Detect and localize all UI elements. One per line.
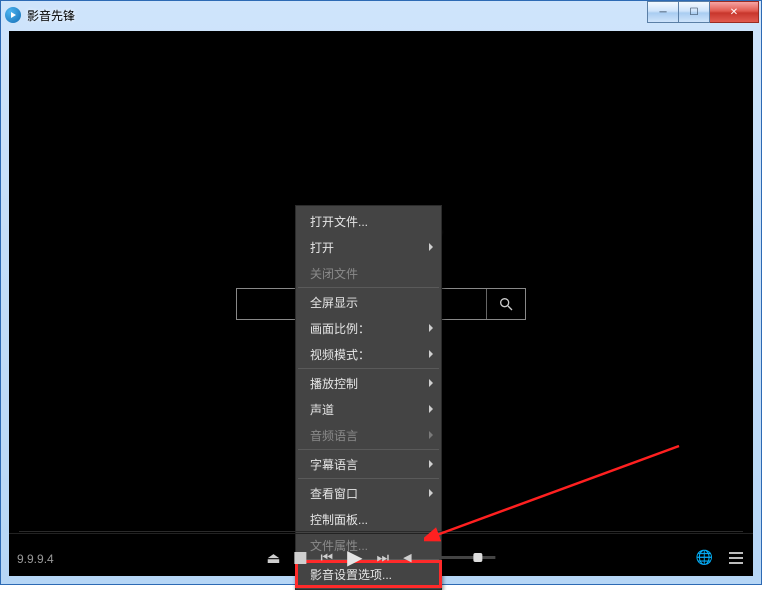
menu-item-label: 画面比例： (310, 320, 370, 337)
menu-separator (298, 368, 439, 369)
previous-button[interactable] (321, 549, 334, 566)
menu-item-label: 字幕语言 (310, 456, 358, 473)
menu-item: 音频语言 (296, 422, 441, 448)
window-title: 影音先锋 (27, 7, 75, 24)
menu-item-label: 声道 (310, 401, 334, 418)
menu-item-label: 视频模式： (310, 346, 370, 363)
menu-item-label: 查看窗口 (310, 485, 358, 502)
menu-item[interactable]: 字幕语言 (296, 451, 441, 477)
search-icon (498, 296, 514, 312)
menu-item[interactable]: 打开 (296, 234, 441, 260)
menu-item-label: 控制面板... (310, 511, 368, 528)
menu-item[interactable]: 全屏显示 (296, 289, 441, 315)
stop-button[interactable] (295, 552, 307, 564)
playlist-icon[interactable] (729, 552, 743, 564)
progress-bar[interactable] (19, 531, 743, 532)
maximize-button[interactable]: ☐ (679, 1, 710, 23)
menu-item-label: 全屏显示 (310, 294, 358, 311)
menu-item-label: 打开文件... (310, 213, 368, 230)
submenu-arrow-icon (429, 405, 433, 413)
playback-controls (266, 545, 495, 570)
window-buttons: ─ ☐ ✕ (647, 1, 759, 23)
minimize-button[interactable]: ─ (647, 1, 679, 23)
right-controls (696, 549, 743, 566)
menu-item[interactable]: 画面比例： (296, 315, 441, 341)
menu-separator (298, 478, 439, 479)
menu-separator (298, 287, 439, 288)
submenu-arrow-icon (429, 324, 433, 332)
next-button[interactable] (377, 549, 390, 566)
client-area: y 打开文件...打开关闭文件全屏显示画面比例：视频模式：播放控制声道音频语言字… (9, 31, 753, 576)
version-label: 9.9.9.4 (17, 552, 54, 566)
submenu-arrow-icon (429, 431, 433, 439)
menu-item[interactable]: 声道 (296, 396, 441, 422)
bottom-bar: 9.9.9.4 (9, 533, 753, 576)
menu-item: 关闭文件 (296, 260, 441, 286)
menu-item[interactable]: 播放控制 (296, 370, 441, 396)
close-button[interactable]: ✕ (710, 1, 759, 23)
menu-item-label: 音频语言 (310, 427, 358, 444)
volume-thumb[interactable] (474, 553, 483, 562)
menu-item[interactable]: 控制面板... (296, 506, 441, 532)
menu-item-label: 关闭文件 (310, 265, 358, 282)
network-icon[interactable] (696, 549, 713, 566)
menu-item-label: 播放控制 (310, 375, 358, 392)
eject-button[interactable] (266, 549, 280, 567)
menu-item[interactable]: 查看窗口 (296, 480, 441, 506)
volume-slider[interactable] (426, 556, 496, 559)
app-icon (5, 7, 21, 23)
menu-item[interactable]: 打开文件... (296, 208, 441, 234)
submenu-arrow-icon (429, 379, 433, 387)
submenu-arrow-icon (429, 489, 433, 497)
menu-item[interactable]: 视频模式： (296, 341, 441, 367)
submenu-arrow-icon (429, 350, 433, 358)
titlebar[interactable]: 影音先锋 ─ ☐ ✕ (1, 1, 761, 29)
submenu-arrow-icon (429, 460, 433, 468)
play-button[interactable] (347, 545, 362, 570)
mute-button[interactable] (403, 551, 411, 564)
menu-separator (298, 449, 439, 450)
window-chrome: 影音先锋 ─ ☐ ✕ y 打开文件...打开关闭文件全屏显示画面比例：视频模式：… (0, 0, 762, 585)
search-button[interactable] (486, 289, 525, 319)
menu-item-label: 打开 (310, 239, 334, 256)
submenu-arrow-icon (429, 243, 433, 251)
